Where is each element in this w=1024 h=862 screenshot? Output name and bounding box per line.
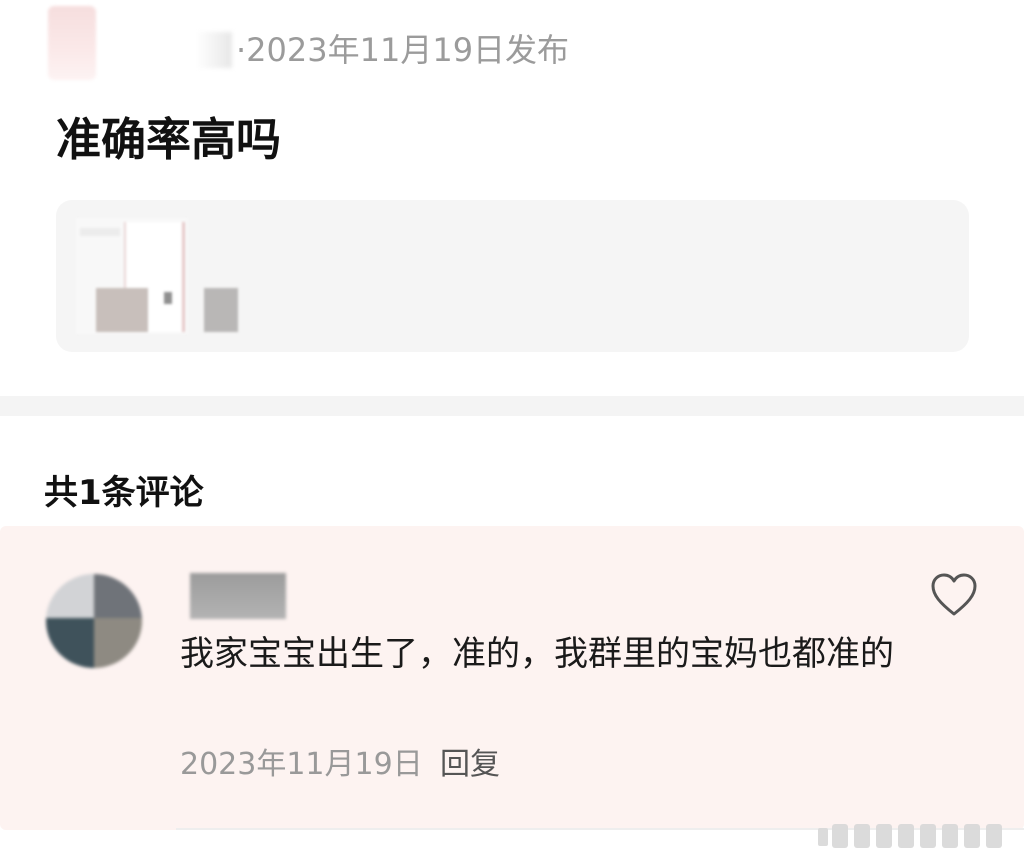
section-divider [0,396,1024,416]
comment-date: 2023年11月19日 [180,747,423,782]
commenter-name-redacted[interactable] [190,573,286,619]
thumbnail-mark [164,292,172,304]
thumbnail-block [96,288,148,332]
reply-button[interactable]: 回复 [440,744,500,786]
thumbnail-block [204,288,238,332]
post-attachment-card[interactable] [56,200,969,352]
watermark-logo [818,816,1014,856]
post-publish-date: ·2023年11月19日发布 [236,31,570,69]
commenter-avatar[interactable] [46,574,142,668]
author-name-redacted[interactable] [196,32,232,68]
post-title: 准确率高吗 [56,113,282,166]
like-button[interactable] [930,572,978,618]
comment-text: 我家宝宝出生了，准的，我群里的宝妈也都准的 [180,634,894,674]
thumbnail-detail [80,228,120,236]
attachment-thumbnail[interactable] [76,218,238,334]
heart-outline-icon [931,573,977,616]
author-avatar[interactable] [48,6,96,80]
comments-count-header: 共1条评论 [44,473,204,513]
